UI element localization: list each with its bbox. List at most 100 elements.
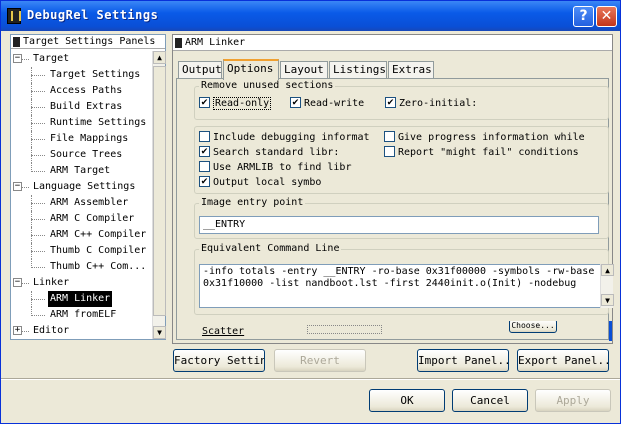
- underlying-layout-peek: Scatter Choose...: [177, 321, 613, 341]
- tree-category[interactable]: Language Settings: [31, 179, 137, 195]
- close-button[interactable]: ✕: [596, 6, 617, 27]
- command-line-scrollbar[interactable]: ▲ ▼: [600, 264, 614, 308]
- factory-settings-button[interactable]: Factory Settings: [173, 349, 265, 372]
- tree-connector: [31, 243, 32, 259]
- tree-item[interactable]: Target Settings: [48, 67, 142, 83]
- tree-scrollbar[interactable]: ▲ ▼: [152, 51, 166, 339]
- read-write-check[interactable]: [290, 96, 301, 108]
- tree-item[interactable]: Thumb C Compiler: [48, 243, 148, 259]
- read-only-check[interactable]: [199, 96, 210, 108]
- tree-item[interactable]: File Mappings: [48, 131, 130, 147]
- tree-expander[interactable]: −: [13, 278, 22, 287]
- give-progress-checkbox[interactable]: Give progress information while: [384, 130, 585, 145]
- choose-button[interactable]: Choose...: [509, 321, 557, 333]
- tree-category[interactable]: Target: [31, 51, 71, 67]
- panel-header-icon: [13, 37, 20, 47]
- use-armlib-label: Use ARMLIB to find libr: [213, 162, 352, 173]
- command-line-label: Equivalent Command Line: [199, 243, 342, 255]
- panel-header-icon: [175, 38, 182, 48]
- tree-expander[interactable]: −: [13, 182, 22, 191]
- scatter-label: Scatter: [202, 326, 245, 337]
- ok-button[interactable]: OK: [369, 389, 445, 412]
- output-local-checkbox[interactable]: Output local symbo: [199, 175, 321, 190]
- read-write-checkbox[interactable]: Read-write: [290, 96, 365, 111]
- read-only-checkbox[interactable]: Read-only: [199, 96, 272, 111]
- include-debugging-check[interactable]: [199, 130, 210, 142]
- settings-dialog: DebugRel Settings ? ✕ Target Settings Pa…: [0, 0, 621, 424]
- tab-listings[interactable]: Listings: [329, 61, 387, 79]
- give-progress-check[interactable]: [384, 130, 395, 142]
- linker-options-group: Include debugging informat Search standa…: [194, 126, 609, 194]
- cmd-scroll-down-button[interactable]: ▼: [601, 294, 614, 306]
- settings-tree-panel: Target Settings Panels − Target Target Set…: [10, 34, 166, 340]
- tree-connector: [31, 107, 45, 108]
- zero-initial-label: Zero-initial:: [399, 98, 478, 109]
- tree-expander[interactable]: +: [13, 326, 22, 335]
- tree-item[interactable]: ARM C++ Compiler: [48, 227, 148, 243]
- tree-connector: [31, 259, 32, 268]
- tree-expander[interactable]: −: [13, 54, 22, 63]
- tree-item[interactable]: ARM C Compiler: [48, 211, 136, 227]
- tree-item[interactable]: Thumb C++ Com...: [48, 259, 148, 275]
- tree-list: − Target Target Settings Access Paths Build …: [11, 51, 152, 339]
- revert-button[interactable]: Revert: [274, 349, 366, 372]
- search-standard-check[interactable]: [199, 145, 210, 157]
- tree-item[interactable]: ARM Assembler: [48, 195, 130, 211]
- tab-layout[interactable]: Layout: [280, 61, 328, 79]
- tree-connector: [22, 59, 29, 60]
- tree-category[interactable]: Editor: [31, 323, 71, 339]
- tree-connector: [22, 331, 29, 332]
- import-panel-button[interactable]: Import Panel...: [417, 349, 509, 372]
- separator: [1, 378, 620, 380]
- tree-category[interactable]: Linker: [31, 275, 71, 291]
- search-standard-checkbox[interactable]: Search standard libr:: [199, 145, 339, 160]
- tab-extras[interactable]: Extras: [388, 61, 434, 79]
- tree-item[interactable]: ARM fromELF: [48, 307, 118, 323]
- tree-connector: [31, 251, 45, 252]
- entry-point-input[interactable]: __ENTRY: [199, 216, 599, 234]
- use-armlib-check[interactable]: [199, 160, 210, 172]
- cancel-button[interactable]: Cancel: [452, 389, 528, 412]
- scroll-thumb[interactable]: [153, 66, 166, 316]
- tree-item[interactable]: Build Extras: [48, 99, 124, 115]
- entry-point-group: Image entry point __ENTRY: [194, 197, 609, 239]
- report-might-fail-checkbox[interactable]: Report "might fail" conditions: [384, 145, 579, 160]
- give-progress-label: Give progress information while: [398, 132, 585, 143]
- tree-connector: [31, 227, 32, 243]
- tree-connector: [31, 195, 32, 211]
- tree-item[interactable]: Access Paths: [48, 83, 124, 99]
- help-button[interactable]: ?: [573, 6, 594, 27]
- tree-connector: [31, 115, 32, 131]
- tree-connector: [31, 211, 32, 227]
- export-panel-button[interactable]: Export Panel...: [517, 349, 609, 372]
- window-title: DebugRel Settings: [27, 8, 159, 22]
- use-armlib-checkbox[interactable]: Use ARMLIB to find libr: [199, 160, 352, 175]
- scatter-file-field: [307, 325, 382, 334]
- tab-options[interactable]: Options: [223, 59, 279, 80]
- options-tab-page: Remove unused sections Read-only Read-wr…: [176, 78, 614, 340]
- command-line-textarea[interactable]: -info totals -entry __ENTRY -ro-base 0x3…: [199, 264, 603, 308]
- scroll-up-button[interactable]: ▲: [153, 51, 166, 64]
- tree-header-label: Target Settings Panels: [23, 36, 156, 47]
- tab-output[interactable]: Output: [178, 61, 222, 79]
- remove-unused-group: Remove unused sections Read-only Read-wr…: [194, 80, 609, 120]
- tree-connector: [31, 299, 45, 300]
- apply-button[interactable]: Apply: [535, 389, 611, 412]
- output-local-check[interactable]: [199, 175, 210, 187]
- read-write-label: Read-write: [304, 98, 365, 109]
- zero-initial-checkbox[interactable]: Zero-initial:: [385, 96, 478, 111]
- tree-connector: [31, 219, 45, 220]
- tree-connector: [31, 163, 32, 172]
- panel-title: ARM Linker: [185, 37, 246, 48]
- tree-item[interactable]: Runtime Settings: [48, 115, 148, 131]
- report-might-fail-check[interactable]: [384, 145, 395, 157]
- scroll-down-button[interactable]: ▼: [153, 326, 166, 339]
- tree-item[interactable]: ARM Linker: [48, 291, 113, 307]
- tree-item[interactable]: Source Trees: [48, 147, 124, 163]
- tree-connector: [31, 91, 45, 92]
- title-bar[interactable]: DebugRel Settings ? ✕: [1, 1, 620, 31]
- tree-item[interactable]: ARM Target: [48, 163, 112, 179]
- cmd-scroll-up-button[interactable]: ▲: [601, 264, 614, 276]
- include-debugging-checkbox[interactable]: Include debugging informat: [199, 130, 370, 145]
- zero-initial-check[interactable]: [385, 96, 396, 108]
